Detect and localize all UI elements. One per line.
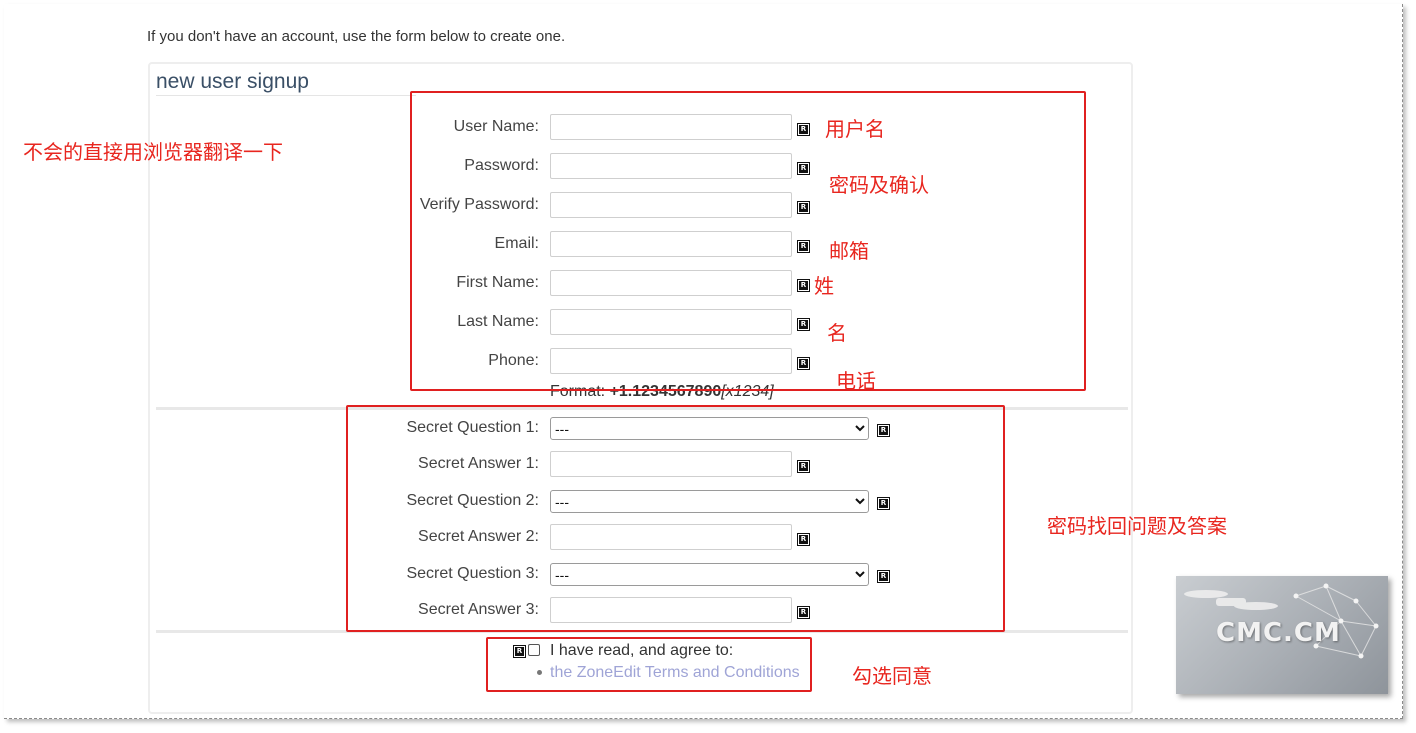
annotation-last-name: 名	[827, 321, 847, 345]
annotation-first-name: 姓	[814, 274, 834, 298]
annotation-translate: 不会的直接用浏览器翻译一下	[23, 140, 283, 164]
intro-text: If you don't have an account, use the fo…	[147, 28, 566, 45]
annotation-email: 邮箱	[829, 239, 869, 263]
annotation-box-agree	[486, 637, 812, 692]
panel-title: new user signup	[156, 70, 416, 96]
watermark-text: CMC.CM	[1216, 618, 1341, 648]
annotation-secret: 密码找回问题及答案	[1047, 514, 1227, 538]
annotation-password: 密码及确认	[829, 173, 929, 197]
annotation-box-secret	[346, 405, 1005, 632]
annotation-agree: 勾选同意	[852, 664, 932, 688]
annotation-phone: 电话	[836, 369, 876, 393]
watermark-logo: CMC.CM	[1176, 576, 1388, 694]
annotation-username: 用户名	[825, 117, 885, 141]
annotation-box-account	[410, 91, 1086, 391]
